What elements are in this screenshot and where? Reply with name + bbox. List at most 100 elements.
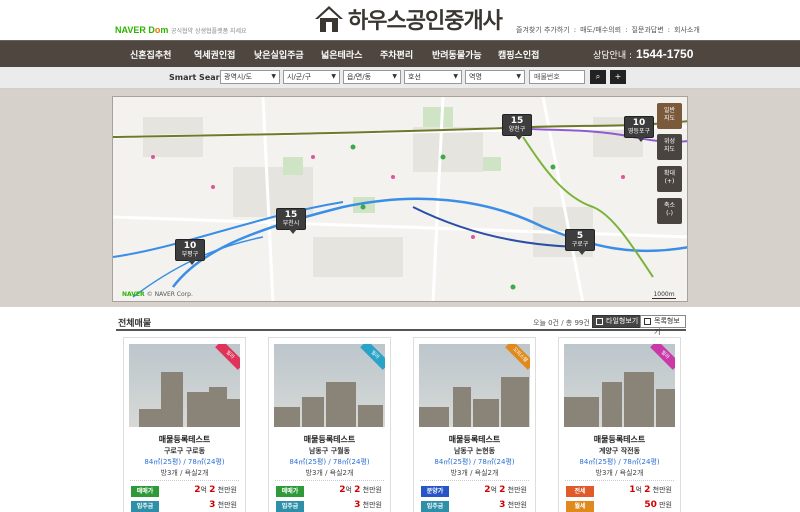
- house-icon: [315, 6, 343, 32]
- chevron-down-icon: ▼: [271, 73, 276, 80]
- plus-icon: +: [614, 72, 622, 81]
- ctl-line: 확대: [663, 170, 676, 177]
- ctl-line: (+): [664, 178, 675, 185]
- link-sep: :: [625, 26, 628, 34]
- search-button[interactable]: ⌕: [590, 70, 606, 84]
- nav-item-low-deposit[interactable]: 낮은실입주금: [254, 48, 304, 61]
- photo-building: [302, 397, 324, 427]
- listing-area: 84㎡(25평) / 78㎡(24평): [579, 458, 660, 466]
- price-unit: 천만원: [362, 486, 382, 494]
- select-line[interactable]: 호선 ▼: [404, 70, 462, 84]
- ctl-line: 축소: [663, 202, 676, 209]
- map-marker-guro[interactable]: 5 구로구: [565, 229, 595, 255]
- map-satellite-button[interactable]: 위성 지도: [657, 134, 682, 160]
- listing-title[interactable]: 매물등록테스트: [269, 434, 390, 445]
- zoom-out-button[interactable]: 축소 (-): [657, 198, 682, 224]
- nav-item-terrace[interactable]: 넓은테라스: [321, 48, 362, 61]
- list-view-button[interactable]: 목록형보기: [640, 315, 686, 336]
- nav-item-camping[interactable]: 캠핑스인접: [498, 48, 539, 61]
- listing-address: 계양구 작전동: [598, 447, 641, 455]
- map-normal-button[interactable]: 일반 지도: [657, 103, 682, 129]
- price-value: 3 천만원: [499, 500, 527, 510]
- tile-view-label: 타일형보기: [606, 317, 639, 325]
- link-request[interactable]: 매도/매수의뢰: [580, 26, 621, 34]
- marker-label: 구로구: [571, 241, 589, 248]
- photo-building: [225, 399, 240, 427]
- map-scale: 1000m: [652, 291, 676, 299]
- link-qna[interactable]: 질문과답변: [631, 26, 663, 34]
- price-value: 1억 2 천만원: [629, 485, 672, 495]
- ctl-line: 위성: [663, 138, 676, 145]
- price-unit: 천만원: [507, 486, 527, 494]
- listing-number-input[interactable]: 매물번호: [529, 70, 585, 84]
- photo-building: [624, 372, 654, 427]
- select-district[interactable]: 시/군/구 ▼: [283, 70, 340, 84]
- listing-photo[interactable]: 빌라: [129, 344, 240, 427]
- phone-info: 상담안내 :1544-1750: [593, 47, 693, 61]
- price-unit: 천만원: [217, 501, 237, 509]
- nav-item-newlywed[interactable]: 신혼집추천: [130, 48, 171, 61]
- list-icon: [644, 318, 651, 325]
- nav-item-parking[interactable]: 주차편리: [380, 48, 413, 61]
- zoom-in-button[interactable]: 확대 (+): [657, 166, 682, 192]
- listing-area: 84㎡(25평) / 78㎡(24평): [434, 458, 515, 466]
- price-unit: 억: [635, 486, 642, 494]
- map-marker-bucheon[interactable]: 15 부천시: [276, 208, 306, 234]
- photo-building: [161, 372, 183, 427]
- select-station[interactable]: 역명 ▼: [465, 70, 525, 84]
- photo-building: [326, 382, 356, 427]
- listing-card[interactable]: 빌라 매물등록테스트 남동구 구월동 84㎡(25평) / 78㎡(24평) 방…: [268, 337, 391, 512]
- select-value: 호선: [408, 73, 421, 81]
- grid-icon: [596, 318, 603, 325]
- listing-card[interactable]: 오피스텔 매물등록테스트 남동구 논현동 84㎡(25평) / 78㎡(24평)…: [413, 337, 536, 512]
- map-lines: [113, 97, 687, 301]
- listing-title[interactable]: 매물등록테스트: [414, 434, 535, 445]
- photo-building: [501, 377, 529, 427]
- price-unit: 만원: [659, 501, 672, 509]
- divider: [130, 480, 239, 481]
- ctl-line: 일반: [663, 107, 676, 114]
- tile-view-button[interactable]: 타일형보기: [592, 315, 643, 328]
- listing-area: 84㎡(25평) / 78㎡(24평): [289, 458, 370, 466]
- nav-item-pets[interactable]: 반려동물가능: [432, 48, 482, 61]
- divider: [275, 480, 384, 481]
- nav-item-station[interactable]: 역세권인접: [194, 48, 235, 61]
- listing-title: 전체매물: [118, 319, 152, 329]
- listing-card[interactable]: 빌라 매물등록테스트 구로구 구로동 84㎡(25평) / 78㎡(24평) 방…: [123, 337, 246, 512]
- divider: [420, 480, 529, 481]
- add-button[interactable]: +: [610, 70, 626, 84]
- listing-title[interactable]: 매물등록테스트: [559, 434, 680, 445]
- map-marker-yangcheon[interactable]: 15 양천구: [502, 114, 532, 140]
- price-small: 3: [209, 500, 216, 510]
- select-province[interactable]: 광역시/도 ▼: [220, 70, 280, 84]
- naver-logo-m: m: [160, 25, 169, 35]
- search-icon: ⌕: [595, 72, 601, 81]
- divider: [565, 480, 674, 481]
- listing-photo[interactable]: 오피스텔: [419, 344, 530, 427]
- map-view[interactable]: 15 양천구 10 영등포구 15 부천시 5 구로구 10 부평구: [112, 96, 688, 302]
- listing-photo[interactable]: 빌라: [274, 344, 385, 427]
- marker-count: 10: [632, 118, 646, 128]
- chevron-down-icon: ▼: [331, 73, 336, 80]
- link-about[interactable]: 회사소개: [674, 26, 700, 34]
- top-header: NAVER Dom 공식협약 상생협플랫폼 지세요 하우스공인중개사 즐겨찾기 …: [0, 0, 800, 40]
- price-small: 2: [209, 485, 216, 495]
- link-bookmark[interactable]: 즐겨찾기 추가하기: [516, 26, 570, 34]
- map-marker-yeongdeungpo[interactable]: 10 영등포구: [624, 116, 654, 142]
- select-value: 역명: [469, 73, 482, 81]
- listing-title[interactable]: 매물등록테스트: [124, 434, 245, 445]
- link-sep: :: [667, 26, 671, 34]
- price-small: 2: [354, 485, 361, 495]
- select-town[interactable]: 읍/면/동 ▼: [343, 70, 401, 84]
- naver-logo-d: D: [145, 25, 155, 35]
- marker-label: 부평구: [181, 251, 199, 258]
- naver-dom-logo[interactable]: NAVER Dom: [115, 25, 168, 35]
- ctl-line: 지도: [663, 146, 676, 153]
- select-value: 시/군/구: [287, 73, 312, 81]
- listing-rooms: 방3개 / 욕실2개: [450, 469, 499, 477]
- map-marker-bupyeong[interactable]: 10 부평구: [175, 239, 205, 265]
- phone-number[interactable]: 1544-1750: [636, 47, 693, 61]
- listing-card[interactable]: 빌라 매물등록테스트 계양구 작전동 84㎡(25평) / 78㎡(24평) 방…: [558, 337, 681, 512]
- listing-photo[interactable]: 빌라: [564, 344, 675, 427]
- site-logo[interactable]: 하우스공인중개사: [314, 3, 503, 35]
